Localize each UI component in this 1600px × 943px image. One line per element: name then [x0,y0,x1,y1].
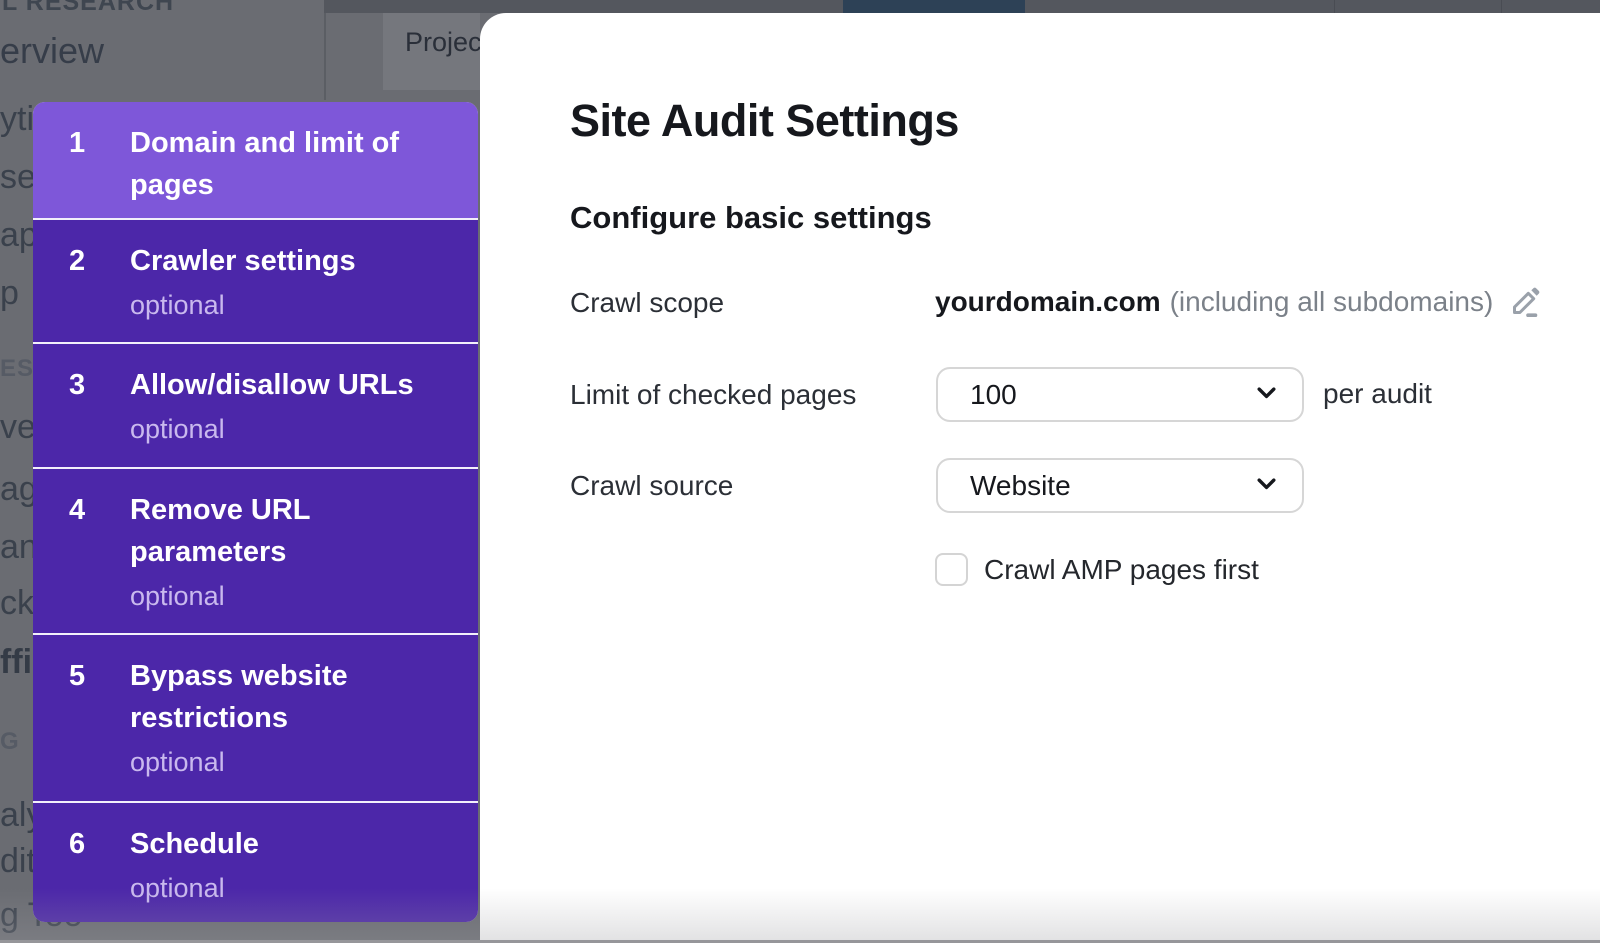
background-text-fragment: erview [0,30,104,72]
chevron-down-icon [1253,470,1280,502]
modal-title: Site Audit Settings [570,95,959,147]
wizard-step-crawler-settings[interactable]: 2 Crawler settings optional [33,220,478,342]
limit-of-checked-pages-label: Limit of checked pages [570,378,856,412]
step-title: Schedule [130,823,430,865]
step-optional-badge: optional [130,745,430,779]
wizard-step-bypass-website-restrictions[interactable]: 5 Bypass website restrictions optional [33,635,478,801]
background-text-fragment: L RESEARCH [2,0,174,17]
wizard-step-domain-and-limit[interactable]: 1 Domain and limit of pages [33,102,478,218]
background-projects-tab-label: Projec [405,27,480,58]
step-title: Bypass website restrictions [130,655,430,739]
step-number: 5 [33,635,130,801]
wizard-step-remove-url-parameters[interactable]: 4 Remove URL parameters optional [33,469,478,633]
step-optional-badge: optional [130,288,430,322]
crawl-scope-value: yourdomain.com (including all subdomains… [935,284,1543,320]
crawl-scope-label: Crawl scope [570,286,724,320]
step-number: 4 [33,469,130,633]
section-title: Configure basic settings [570,200,932,236]
chevron-down-icon [1253,379,1280,411]
step-optional-badge: optional [130,871,430,905]
step-number: 2 [33,220,130,342]
wizard-step-allow-disallow-urls[interactable]: 3 Allow/disallow URLs optional [33,344,478,467]
wizard-step-schedule[interactable]: 6 Schedule optional [33,803,478,922]
crawl-amp-pages-first-label[interactable]: Crawl AMP pages first [984,554,1259,586]
per-audit-suffix: per audit [1323,378,1432,410]
background-text-fragment: ck [0,584,34,623]
step-number: 6 [33,803,130,922]
step-number: 1 [33,102,130,218]
step-title: Crawler settings [130,240,430,282]
background-topbar [324,0,1600,13]
crawl-source-label: Crawl source [570,469,733,503]
crawl-scope-note: (including all subdomains) [1170,285,1494,319]
topbar-separator [1501,0,1502,13]
step-title: Remove URL parameters [130,489,430,573]
limit-select-value: 100 [970,379,1017,411]
step-number: 3 [33,344,130,467]
background-sidebar-divider [324,0,326,100]
step-optional-badge: optional [130,579,430,613]
topbar-separator [1334,0,1335,13]
background-text-fragment: dit [0,842,36,881]
edit-crawl-scope-icon[interactable] [1507,284,1543,320]
crawl-source-select-value: Website [970,470,1071,502]
background-text-fragment: G [0,728,20,756]
step-title: Allow/disallow URLs [130,364,430,406]
crawl-source-select[interactable]: Website [936,458,1304,513]
crawl-amp-pages-first-checkbox[interactable] [935,553,968,586]
step-optional-badge: optional [130,412,430,446]
background-topbar-active-tab [843,0,1025,13]
step-title: Domain and limit of pages [130,122,430,206]
background-projects-tab: Projec [383,13,480,90]
limit-of-checked-pages-select[interactable]: 100 [936,367,1304,422]
site-audit-wizard-steps: 1 Domain and limit of pages 2 Crawler se… [33,102,478,922]
background-text-fragment: p [0,274,19,313]
site-audit-settings-modal: Site Audit Settings Configure basic sett… [480,13,1600,943]
crawl-scope-domain: yourdomain.com [935,285,1161,319]
